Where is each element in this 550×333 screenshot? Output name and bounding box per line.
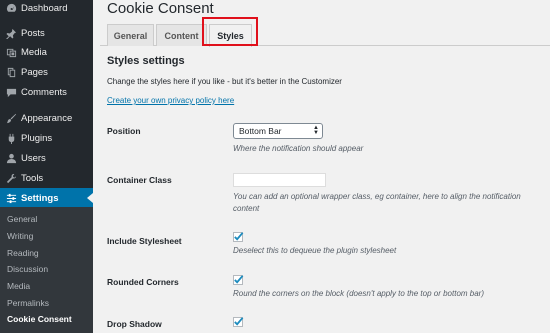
submenu-reading[interactable]: Reading [7, 248, 39, 258]
container-class-description: You can add an optional wrapper class, e… [233, 192, 521, 213]
menu-label-settings: Settings [21, 192, 59, 204]
select-arrows-icon: ▲ ▼ [313, 125, 319, 136]
menu-item-appearance[interactable]: Appearance [0, 108, 93, 128]
brush-icon [5, 112, 17, 124]
menu-label-plugins: Plugins [21, 132, 53, 144]
tab-general[interactable]: General [107, 24, 154, 46]
position-select-value: Bottom Bar [239, 126, 282, 136]
menu-item-pages[interactable]: Pages [0, 62, 93, 82]
include-stylesheet-label: Include Stylesheet [107, 236, 182, 246]
section-title: Styles settings [107, 55, 185, 67]
menu-label-comments: Comments [21, 86, 67, 98]
menu-item-posts[interactable]: Posts [0, 23, 93, 43]
menu-item-media[interactable]: Media [0, 42, 93, 62]
position-description: Where the notification should appear [233, 144, 364, 153]
rounded-corners-description: Round the corners on the block (doesn't … [233, 289, 485, 298]
pages-icon [5, 66, 17, 78]
intro-text: Change the styles here if you like - but… [107, 77, 342, 86]
tab-content[interactable]: Content [156, 24, 207, 46]
dashboard-icon [5, 2, 17, 14]
checkmark-icon [234, 232, 244, 241]
menu-label-dashboard: Dashboard [21, 2, 68, 14]
menu-item-tools[interactable]: Tools [0, 168, 93, 188]
submenu-general[interactable]: General [7, 214, 37, 224]
tab-highlight-box [202, 17, 258, 46]
submenu-discussion[interactable]: Discussion [7, 264, 48, 274]
menu-label-appearance: Appearance [21, 112, 73, 124]
menu-label-posts: Posts [21, 27, 45, 39]
submenu-media[interactable]: Media [7, 281, 30, 291]
include-stylesheet-checkbox[interactable] [233, 232, 244, 242]
container-class-label: Container Class [107, 175, 172, 185]
container-class-input[interactable] [233, 173, 326, 187]
checkmark-icon [234, 317, 244, 326]
menu-item-dashboard[interactable]: Dashboard [0, 0, 93, 18]
menu-item-plugins[interactable]: Plugins [0, 128, 93, 148]
page-title: Cookie Consent [107, 0, 214, 17]
position-select[interactable]: Bottom Bar ▲ ▼ [233, 123, 323, 139]
submenu-writing[interactable]: Writing [7, 231, 33, 241]
privacy-policy-link[interactable]: Create your own privacy policy here [107, 96, 234, 105]
menu-label-tools: Tools [21, 172, 44, 184]
menu-label-pages: Pages [21, 66, 48, 78]
pin-icon [5, 27, 17, 39]
menu-item-settings[interactable]: Settings [0, 188, 93, 208]
submenu-cookie-consent[interactable]: Cookie Consent [7, 314, 72, 324]
menu-item-comments[interactable]: Comments [0, 82, 93, 102]
checkmark-icon [234, 275, 244, 284]
plug-icon [5, 132, 17, 144]
media-icon [5, 46, 17, 58]
rounded-corners-checkbox[interactable] [233, 275, 244, 285]
settings-submenu: General Writing Reading Discussion Media… [0, 207, 93, 333]
menu-item-users[interactable]: Users [0, 148, 93, 168]
include-stylesheet-description: Deselect this to dequeue the plugin styl… [233, 246, 397, 255]
menu-label-users: Users [21, 152, 46, 164]
menu-label-media: Media [21, 46, 47, 58]
drop-shadow-label: Drop Shadow [107, 319, 162, 329]
admin-sidebar: Dashboard Posts Media Pages Comments App… [0, 0, 93, 333]
wrench-icon [5, 172, 17, 184]
drop-shadow-checkbox[interactable] [233, 317, 244, 327]
submenu-permalinks[interactable]: Permalinks [7, 298, 49, 308]
comment-icon [5, 86, 17, 98]
user-icon [5, 152, 17, 164]
position-label: Position [107, 126, 141, 136]
settings-icon [5, 192, 17, 204]
rounded-corners-label: Rounded Corners [107, 277, 179, 287]
